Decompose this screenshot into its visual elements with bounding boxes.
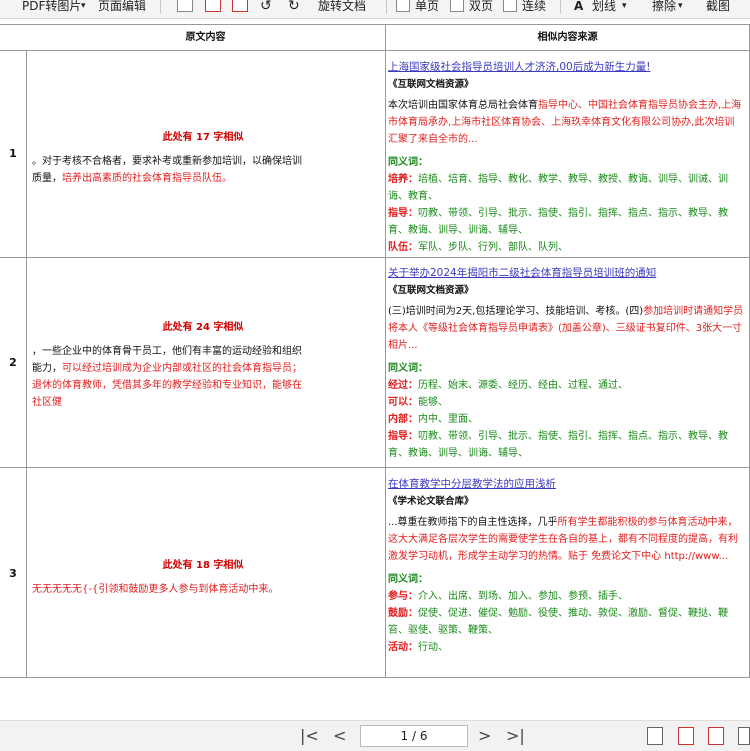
view-mode-icon[interactable] <box>738 727 750 745</box>
synonym-item: 参与：介入、出席、到场、加入、参加、参预、插手、 <box>388 591 628 602</box>
synonym-title: 同义词： <box>388 157 428 168</box>
pdf-to-image-button[interactable]: PDF转图片 <box>22 0 81 15</box>
top-toolbar: PDF转图片 ▾ 页面编辑 ↺ ↻ 旋转文档 单页 双页 连续 A 划线 ▾ 擦… <box>0 0 750 19</box>
table-border-top <box>0 24 750 25</box>
highlight-dropdown-icon[interactable]: ▾ <box>622 0 627 15</box>
row-number: 1 <box>9 147 17 160</box>
bottom-pager-bar: |< < 1 / 6 > >| <box>0 720 750 751</box>
previous-page-icon[interactable]: < <box>333 726 346 745</box>
original-text: 无无无无无{-{引领和鼓励更多人参与到体育活动中来。 <box>32 584 279 595</box>
source-name: 《互联网文档资源》 <box>388 79 474 90</box>
fit-page-icon[interactable] <box>678 727 694 745</box>
original-content-cell: 此处有 24 字相似 ，一些企业中的体育骨干员工，他们有丰富的运动经验和组织能力… <box>28 318 378 411</box>
synonym-item: 指导：叨教、带领、引导、批示、指使、指引、指挥、指点、指示、教导、教育、教诲、训… <box>388 431 728 459</box>
fit-width-icon[interactable] <box>708 727 724 745</box>
similar-count-label: 此处有 24 字相似 <box>162 322 244 333</box>
continuous-button[interactable]: 连续 <box>522 0 546 15</box>
page-edit-button[interactable]: 页面编辑 <box>98 0 146 15</box>
synonym-list: 经过：历程、始末、源委、经历、经由、过程、通过、 可以：能够、 内部：内中、里面… <box>388 377 744 462</box>
erase-dropdown-icon[interactable]: ▾ <box>678 0 683 15</box>
synonym-item: 内部：内中、里面、 <box>388 414 478 425</box>
similar-count-label: 此处有 18 字相似 <box>162 560 244 571</box>
row-number: 3 <box>9 567 17 580</box>
original-text: 。对于考核不合格者，要求补考或重新参加培训，以确保培训质量，培养出高素质的社会体… <box>32 156 302 184</box>
row-number: 2 <box>9 356 17 369</box>
synonym-title: 同义词： <box>388 574 428 585</box>
row-divider <box>0 257 750 258</box>
double-page-button[interactable]: 双页 <box>469 0 493 15</box>
source-cell: 关于举办2024年揭阳市二级社会体育指导员培训班的通知 《互联网文档资源》 (三… <box>388 265 744 462</box>
header-original-content: 原文内容 <box>185 32 226 43</box>
synonym-list: 参与：介入、出席、到场、加入、参加、参预、插手、 鼓励：促使、促进、催促、勉励、… <box>388 588 744 656</box>
source-excerpt: 本次培训由国家体育总局社会体育指导中心、中国社会体育指导员协会主办,上海市体育局… <box>388 100 742 145</box>
synonym-item: 活动：行动、 <box>388 642 448 653</box>
original-content-cell: 此处有 17 字相似 。对于考核不合格者，要求补考或重新参加培训，以确保培训质量… <box>28 128 378 187</box>
source-link[interactable]: 上海国家级社会指导员培训人才济济,00后成为新生力量! <box>388 61 650 73</box>
header-similar-source: 相似内容来源 <box>537 32 598 43</box>
original-text: ，一些企业中的体育骨干员工，他们有丰富的运动经验和组织能力，可以经过培训成为企业… <box>32 346 302 408</box>
toolbar-divider <box>386 0 387 14</box>
next-page-icon[interactable]: > <box>478 726 491 745</box>
source-link[interactable]: 在体育教学中分层教学法的应用浅析 <box>388 478 556 490</box>
source-excerpt: (三)培训时间为2天,包括理论学习、技能培训、考核。(四)参加培训时请通知学员将… <box>388 306 744 351</box>
fit-page-icon[interactable] <box>205 0 221 12</box>
synonym-title: 同义词： <box>388 363 428 374</box>
source-cell: 上海国家级社会指导员培训人才济济,00后成为新生力量! 《互联网文档资源》 本次… <box>388 59 744 256</box>
table-header-divider <box>0 50 750 51</box>
actual-size-icon[interactable] <box>177 0 193 12</box>
synonym-item: 鼓励：促使、促进、催促、勉励、役使、推动、敦促、激励、督促、鞭挞、鞭笞、驱使、驱… <box>388 608 728 636</box>
original-content-cell: 此处有 18 字相似 无无无无无{-{引领和鼓励更多人参与到体育活动中来。 <box>28 556 378 598</box>
source-excerpt: ...尊重在教师指下的自主性选择，几乎所有学生都能积极的参与体育活动中来，这大大… <box>388 517 738 562</box>
rotate-left-icon[interactable]: ↺ <box>260 0 272 15</box>
rotate-document-button[interactable]: 旋转文档 <box>318 0 366 15</box>
synonym-item: 可以：能够、 <box>388 397 448 408</box>
rotate-right-icon[interactable]: ↻ <box>288 0 300 15</box>
highlight-button[interactable]: 划线 <box>592 0 616 15</box>
page-number-input[interactable]: 1 / 6 <box>360 725 468 747</box>
screenshot-button[interactable]: 截图 <box>706 0 730 15</box>
similar-count-label: 此处有 17 字相似 <box>162 132 244 143</box>
column-divider <box>26 50 27 677</box>
toolbar-divider <box>160 0 161 14</box>
pdf-to-image-dropdown-icon[interactable]: ▾ <box>81 0 86 15</box>
source-name: 《互联网文档资源》 <box>388 285 474 296</box>
synonym-list: 培养：培植、培育、指导、教化、教学、教导、教授、教诲、训导、训诫、训诲、教育、 … <box>388 171 744 256</box>
source-cell: 在体育教学中分层教学法的应用浅析 《学术论文联合库》 ...尊重在教师指下的自主… <box>388 476 744 656</box>
column-divider <box>385 24 386 677</box>
continuous-icon[interactable] <box>503 0 517 12</box>
first-page-icon[interactable]: |< <box>300 726 319 745</box>
double-page-icon[interactable] <box>450 0 464 12</box>
actual-size-icon[interactable] <box>647 727 663 745</box>
single-page-icon[interactable] <box>396 0 410 12</box>
fit-width-icon[interactable] <box>232 0 248 12</box>
table-border-bottom <box>0 677 750 678</box>
row-divider <box>0 467 750 468</box>
synonym-item: 经过：历程、始末、源委、经历、经由、过程、通过、 <box>388 380 628 391</box>
synonym-item: 指导：叨教、带领、引导、批示、指使、指引、指挥、指点、指示、教导、教育、教诲、训… <box>388 208 728 236</box>
single-page-button[interactable]: 单页 <box>415 0 439 15</box>
erase-button[interactable]: 擦除 <box>652 0 676 15</box>
toolbar-divider <box>560 0 561 14</box>
synonym-item: 队伍：军队、步队、行列、部队、队列、 <box>388 242 568 253</box>
last-page-icon[interactable]: >| <box>506 726 525 745</box>
highlight-icon[interactable]: A <box>574 0 583 15</box>
source-name: 《学术论文联合库》 <box>388 496 474 507</box>
synonym-item: 培养：培植、培育、指导、教化、教学、教导、教授、教诲、训导、训诫、训诲、教育、 <box>388 174 728 202</box>
source-link[interactable]: 关于举办2024年揭阳市二级社会体育指导员培训班的通知 <box>388 267 656 279</box>
